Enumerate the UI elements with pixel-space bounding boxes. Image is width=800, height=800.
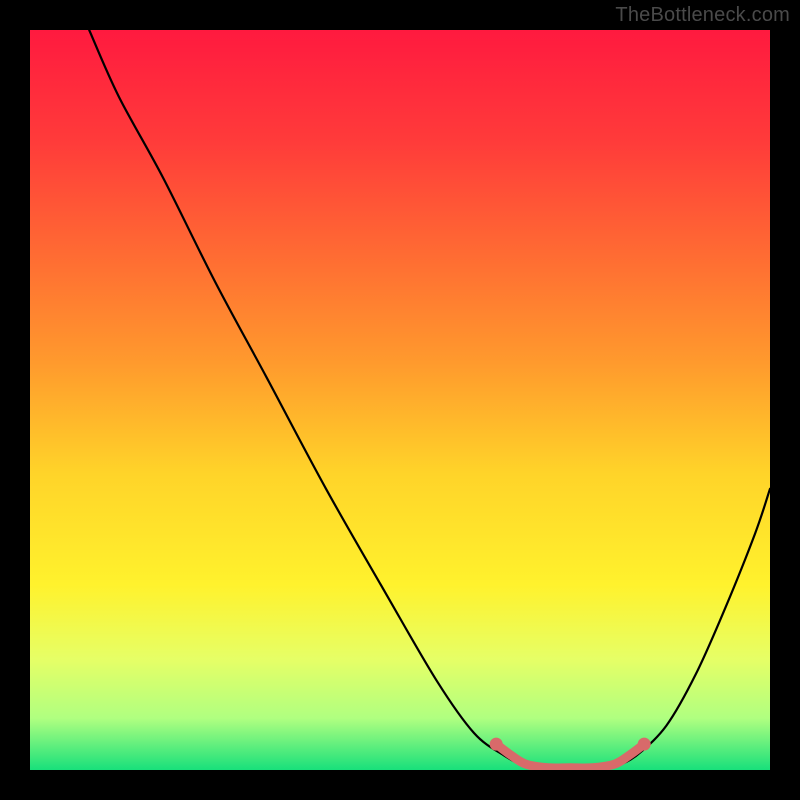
plot-area bbox=[30, 30, 770, 770]
gradient-background bbox=[30, 30, 770, 770]
watermark-text: TheBottleneck.com bbox=[615, 4, 790, 27]
chart-svg bbox=[30, 30, 770, 770]
chart-frame: TheBottleneck.com bbox=[0, 0, 800, 800]
left-endpoint bbox=[490, 738, 503, 751]
right-endpoint bbox=[638, 738, 651, 751]
